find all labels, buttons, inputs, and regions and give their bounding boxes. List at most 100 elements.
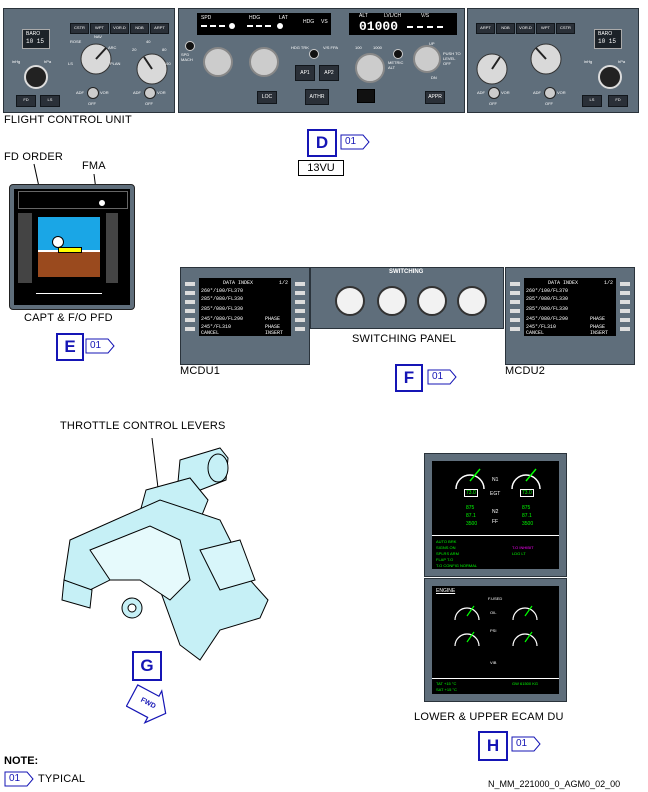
n2-label: N2	[492, 509, 499, 515]
mcdu2-cancel: CANCEL	[526, 330, 545, 336]
oil-label: OIL	[490, 610, 497, 615]
vs-knob[interactable]	[413, 45, 441, 73]
panel-id-13vu: 13VU	[298, 160, 344, 176]
switch-knob-2[interactable]	[377, 286, 407, 316]
memo-left-3: FLAP T.O	[436, 557, 454, 562]
ff-value-left: 3500	[466, 521, 478, 527]
mcdu1-right-0: PHASE	[265, 316, 281, 322]
mcdu2-line-0: 260°/100/FL370	[526, 288, 569, 294]
mcdu1-line-2: 285°/080/FL330	[201, 306, 244, 312]
push-to-level-off-label: PUSH TO LEVEL OFF	[443, 51, 461, 66]
ecam-lower-du: ENGINE F.USED OIL PSI VIB TAT +15 °C SAT…	[424, 578, 567, 702]
switch-knob-1[interactable]	[335, 286, 365, 316]
oil-gauge-left	[454, 605, 480, 621]
section-h-header: H	[478, 731, 508, 761]
adf-vor-r2[interactable]	[544, 87, 556, 99]
ls-button-right-label: LS	[589, 97, 595, 102]
spd-dashes	[201, 25, 225, 29]
mcdu1-page: 1/2	[279, 280, 289, 286]
efis-r-btn-4[interactable]: CSTR	[556, 23, 575, 34]
oil-gauge-right	[512, 605, 538, 621]
ls-button-right[interactable]: LS	[582, 95, 602, 107]
vs-fpa-label: V/S FPA	[323, 45, 339, 50]
mcdu2-right-0: PHASE	[590, 316, 606, 322]
switching-panel: SWITCHING	[310, 267, 504, 329]
note-effectivity: 01	[9, 773, 21, 784]
range-selector-knob-right[interactable]	[472, 49, 512, 89]
spd-knob[interactable]	[203, 47, 233, 77]
adf-vor-r1[interactable]	[488, 87, 500, 99]
mcdu2-lsk-right[interactable]	[620, 282, 630, 334]
efis-r-btn-3-label: WPT	[541, 25, 550, 30]
pfd-bezel	[9, 184, 135, 310]
pfd-heading-scale	[36, 293, 102, 302]
pfd-screen	[14, 189, 130, 305]
memo-right-0: T.O INHIBIT	[512, 545, 534, 550]
vs-label-2: V/S	[421, 13, 430, 19]
ap1-button[interactable]: AP1	[295, 65, 315, 81]
switch-knob-3[interactable]	[417, 286, 447, 316]
mcdu1-title: DATA INDEX	[223, 280, 254, 286]
ecam-upper-du: N1 73.0 73.0 EGT 875 875 N2 87.1 87.1 FF…	[424, 453, 567, 577]
ff-value-right: 3500	[522, 521, 534, 527]
section-g-header: G	[132, 651, 162, 681]
mcdu2-right-2: INSERT	[590, 330, 609, 336]
efis-r-btn-3[interactable]: WPT	[536, 23, 555, 34]
ap2-button[interactable]: AP2	[319, 65, 339, 81]
athr-button[interactable]: A/THR	[305, 89, 329, 105]
hpa-label-right: hPa	[618, 59, 626, 64]
lat-label: LAT	[279, 15, 288, 21]
hdg-label: HDG	[249, 15, 261, 21]
section-d-header: D	[307, 129, 337, 157]
mcdu1-cancel: CANCEL	[201, 330, 220, 336]
appr-button[interactable]: APPR	[425, 91, 445, 104]
mcdu2-lsk-left[interactable]	[510, 282, 520, 334]
throttle-control-levers-drawing	[61, 437, 269, 661]
efis-r-btn-2[interactable]: VOR.D	[516, 23, 535, 34]
baro-value-right: 10 15	[598, 38, 617, 45]
baro-knob-right[interactable]	[598, 65, 622, 89]
psi-gauge-right	[512, 631, 538, 647]
metric-alt-button[interactable]	[393, 49, 403, 59]
psi-gauge-left	[454, 631, 480, 647]
pfd-fma-strip	[18, 191, 128, 209]
baro-window-right: BARO 10 15	[594, 29, 622, 49]
inhg-label-right: inHg	[584, 59, 593, 64]
mcdu1-lsk-left[interactable]	[185, 282, 195, 334]
alt-100-label: 100	[355, 45, 362, 50]
up-label: UP	[429, 41, 435, 46]
ecam-upper-screen: N1 73.0 73.0 EGT 875 875 N2 87.1 87.1 FF…	[432, 461, 559, 569]
n2-value-left: 87.1	[466, 513, 476, 519]
switch-knob-4[interactable]	[457, 286, 487, 316]
ecam-lower-divider	[432, 678, 559, 679]
alt-pushbutton[interactable]	[357, 89, 375, 103]
memo-left-2: SPLRS ARM	[436, 551, 459, 556]
fd-button-right[interactable]: FD	[608, 95, 628, 107]
section-d-effectivity: 01	[345, 136, 357, 147]
mcdu1-line-1: 285°/080/FL330	[201, 296, 244, 302]
mcdu2-line-3: 245°/080/FL290	[526, 316, 569, 322]
mcdu1-lsk-right[interactable]	[295, 282, 305, 334]
hdg-trk-button[interactable]	[309, 49, 319, 59]
vor-label-r2: VOR	[557, 90, 566, 95]
efis-r-btn-4-label: CSTR	[560, 25, 571, 30]
mcdu2-line-2: 285°/080/FL330	[526, 306, 569, 312]
egt-label: EGT	[490, 491, 501, 497]
note-text: TYPICAL	[38, 773, 86, 785]
mode-selector-knob-right[interactable]	[526, 39, 566, 79]
alt-knob[interactable]	[355, 53, 385, 83]
pfd-ground	[38, 251, 100, 277]
efis-r-btn-0[interactable]: ARPT	[476, 23, 495, 34]
vor-label-r1: VOR	[501, 90, 510, 95]
efis-r-btn-1[interactable]: NDB	[496, 23, 515, 34]
section-e-header: E	[56, 333, 84, 361]
fcu-afs-panel: SPD HDG LAT HDG VS ALT LVL/CH V/S 01000 …	[178, 8, 465, 113]
loc-button[interactable]: LOC	[257, 91, 277, 104]
mcdu2-title: DATA INDEX	[548, 280, 579, 286]
ff-label: FF	[492, 519, 499, 525]
hdg-knob[interactable]	[249, 47, 279, 77]
loc-label: LOC	[261, 94, 273, 100]
sat-value: SAT +15 °C	[436, 687, 457, 692]
fused-label: F.USED	[488, 596, 503, 601]
section-f-effectivity: 01	[432, 371, 444, 382]
